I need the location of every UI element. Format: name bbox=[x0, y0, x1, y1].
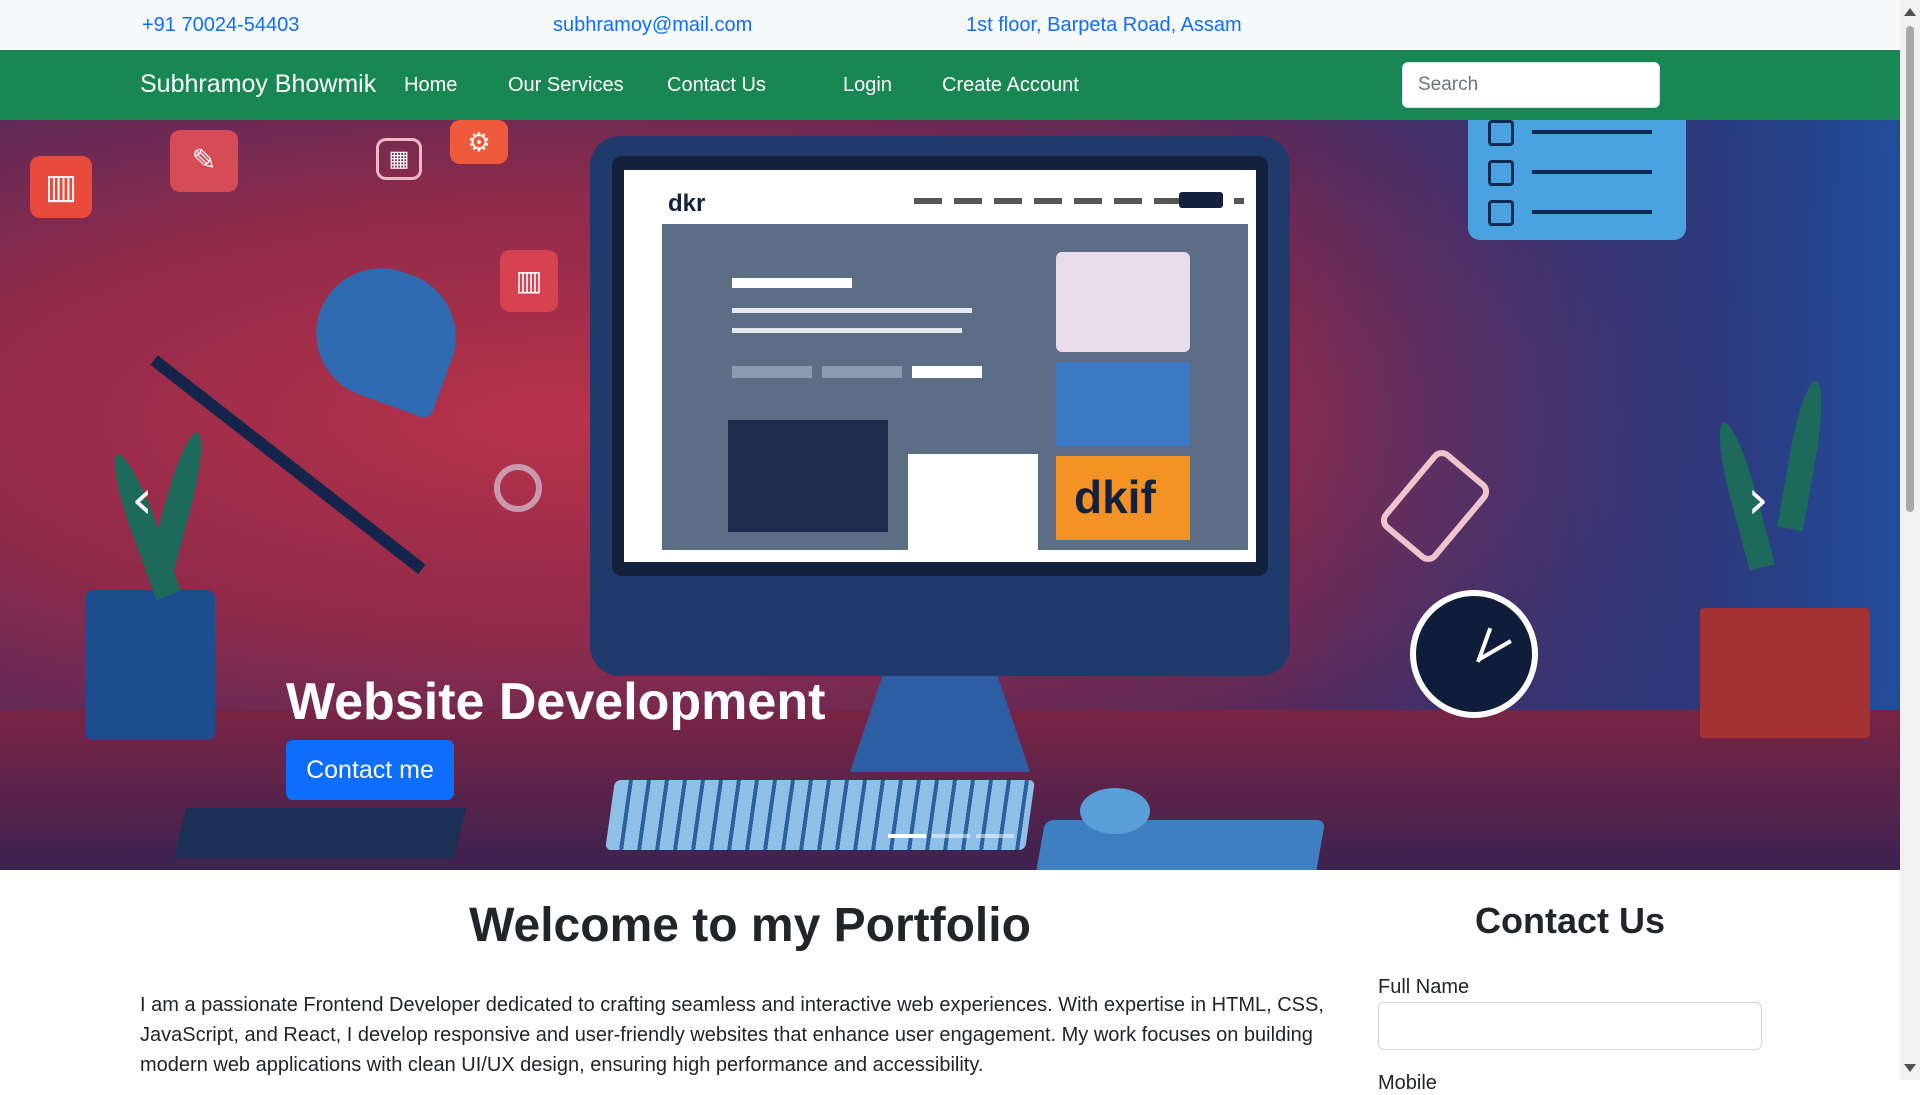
brand-logo[interactable]: Subhramoy Bhowmik bbox=[140, 70, 376, 99]
clock-icon bbox=[1410, 590, 1538, 718]
mockup-logo: dkr bbox=[668, 190, 706, 217]
gear-icon: ⚙ bbox=[450, 120, 508, 164]
carousel-indicators bbox=[888, 834, 1018, 840]
plant-pot bbox=[85, 590, 215, 740]
contact-info-bar: +91 70024-54403 subhramoy@mail.com 1st f… bbox=[0, 0, 1900, 50]
nav-login[interactable]: Login bbox=[843, 74, 892, 97]
mockup-chart bbox=[728, 420, 888, 532]
search-input[interactable] bbox=[1402, 62, 1660, 108]
carousel-indicator[interactable] bbox=[888, 834, 926, 838]
checklist-row bbox=[1488, 160, 1658, 186]
mockup-card bbox=[1056, 252, 1190, 352]
scroll-down-arrow-icon[interactable] bbox=[1904, 1064, 1916, 1072]
page-scrollbar[interactable] bbox=[1900, 0, 1920, 1080]
lamp-icon bbox=[297, 249, 475, 421]
mockup-card-text: dkif bbox=[1074, 471, 1156, 523]
carousel-indicator[interactable] bbox=[976, 834, 1014, 838]
scroll-thumb[interactable] bbox=[1906, 26, 1914, 512]
contact-form-title: Contact Us bbox=[1474, 900, 1666, 941]
phone-link[interactable]: +91 70024-54403 bbox=[142, 14, 299, 37]
mouse bbox=[1080, 788, 1150, 834]
checklist-illustration bbox=[1468, 120, 1686, 240]
mouse-pad bbox=[1034, 820, 1326, 870]
carousel-indicator[interactable] bbox=[932, 834, 970, 838]
checklist-row bbox=[1488, 120, 1658, 146]
notebook bbox=[173, 808, 467, 858]
mockup-card: dkif bbox=[1056, 456, 1190, 540]
carousel-next-button[interactable]: › bbox=[1728, 470, 1788, 530]
monitor-screen: dkr dkif bbox=[612, 156, 1268, 576]
pen-icon: ✎ bbox=[170, 130, 238, 192]
nav-contact-us[interactable]: Contact Us bbox=[667, 74, 766, 97]
mockup-card bbox=[1056, 362, 1190, 446]
welcome-text: I am a passionate Frontend Developer ded… bbox=[140, 994, 1324, 1076]
carousel-caption-title: Website Development bbox=[286, 673, 826, 731]
hero-carousel: ▥ ✎ ▦ ⚙ ▥ dkr dkif ‹ › Website Developme… bbox=[0, 120, 1900, 870]
calendar-icon: ▦ bbox=[376, 138, 422, 180]
monitor-stand bbox=[850, 676, 1030, 772]
nav-home[interactable]: Home bbox=[404, 74, 457, 97]
plant-pot bbox=[1700, 608, 1870, 738]
monitor-illustration: dkr dkif bbox=[590, 136, 1290, 676]
mockup-button bbox=[1179, 192, 1223, 208]
mockup-hero: dkif bbox=[662, 224, 1248, 550]
circle-icon bbox=[494, 464, 542, 512]
mobile-label: Mobile bbox=[1378, 1072, 1437, 1094]
nav-create-account[interactable]: Create Account bbox=[942, 74, 1079, 97]
checklist-row bbox=[1488, 200, 1658, 226]
full-name-input[interactable] bbox=[1378, 1002, 1762, 1050]
chevron-left-icon: ‹ bbox=[131, 468, 153, 531]
contact-me-button[interactable]: Contact me bbox=[286, 740, 454, 800]
scroll-up-arrow-icon[interactable] bbox=[1904, 8, 1916, 16]
website-mockup: dkr dkif bbox=[624, 170, 1256, 562]
app-icon: ▥ bbox=[30, 156, 92, 218]
nav-our-services[interactable]: Our Services bbox=[508, 74, 624, 97]
welcome-title: Welcome to my Portfolio bbox=[469, 899, 1031, 952]
mockup-card bbox=[908, 454, 1038, 550]
full-name-label: Full Name bbox=[1378, 976, 1470, 998]
chevron-right-icon: › bbox=[1747, 468, 1769, 531]
carousel-prev-button[interactable]: ‹ bbox=[112, 470, 172, 530]
email-link[interactable]: subhramoy@mail.com bbox=[553, 14, 752, 37]
navbar: Subhramoy Bhowmik Home Our Services Cont… bbox=[0, 50, 1900, 120]
address-link[interactable]: 1st floor, Barpeta Road, Assam bbox=[966, 14, 1242, 37]
chart-icon: ▥ bbox=[500, 250, 558, 312]
